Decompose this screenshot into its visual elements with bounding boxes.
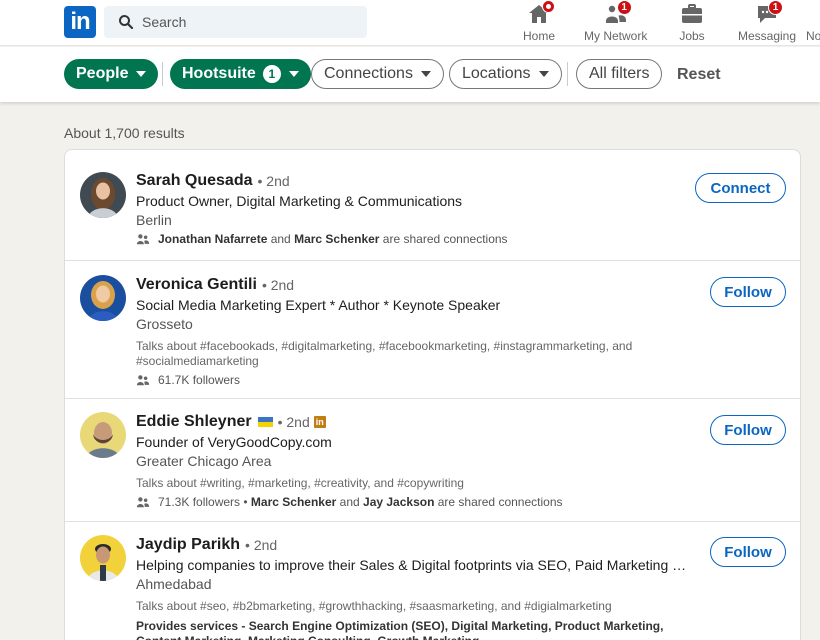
filter-bar: People Hootsuite 1 Connections Locations…: [0, 47, 820, 102]
messaging-badge: 1: [768, 0, 784, 15]
talks-about: Talks about #seo, #b2bmarketing, #growth…: [136, 599, 612, 613]
results-list: Sarah Quesada • 2nd Product Owner, Digit…: [64, 149, 801, 640]
divider: [162, 62, 163, 86]
shared-connections[interactable]: Jonathan Nafarrete and Marc Schenker are…: [136, 232, 692, 246]
location: Grosseto: [136, 316, 193, 332]
avatar[interactable]: [80, 275, 126, 321]
headline: Founder of VeryGoodCopy.com: [136, 434, 332, 450]
avatar[interactable]: [80, 412, 126, 458]
people-icon: [136, 497, 150, 508]
search-input[interactable]: Search: [104, 6, 367, 38]
headline: Helping companies to improve their Sales…: [136, 557, 691, 573]
meta-text: Jonathan Nafarrete and Marc Schenker are…: [158, 232, 508, 246]
follow-button[interactable]: Follow: [710, 537, 786, 567]
people-icon: [136, 375, 150, 386]
filter-hootsuite-label: Hootsuite: [182, 65, 256, 82]
list-item[interactable]: Eddie Shleyner • 2nd in Founder of VeryG…: [65, 399, 800, 522]
caret-down-icon: [288, 71, 299, 77]
connection-degree: • 2nd: [261, 277, 295, 293]
nav-jobs[interactable]: Jobs: [678, 2, 706, 44]
profile-name[interactable]: Sarah Quesada: [136, 172, 253, 190]
all-filters-label: All filters: [589, 65, 650, 82]
followers: 61.7K followers: [136, 373, 692, 387]
location: Berlin: [136, 212, 172, 228]
reset-button[interactable]: Reset: [677, 66, 721, 84]
nav-home-label: Home: [523, 29, 556, 43]
notification-dot: [542, 0, 555, 13]
people-icon: [136, 234, 150, 245]
location: Greater Chicago Area: [136, 453, 272, 469]
follow-button[interactable]: Follow: [710, 415, 786, 445]
filter-people-label: People: [76, 65, 129, 82]
location: Ahmedabad: [136, 576, 212, 592]
avatar[interactable]: [80, 535, 126, 581]
provides-services: Provides services - Search Engine Optimi…: [136, 619, 664, 640]
followers-count: 61.7K followers: [158, 373, 241, 387]
talks-about: Talks about #writing, #marketing, #creat…: [136, 476, 464, 490]
list-item[interactable]: Veronica Gentili • 2nd Social Media Mark…: [65, 261, 800, 399]
linkedin-premium-icon: in: [313, 416, 326, 428]
nav-messaging[interactable]: 1 Messaging: [738, 0, 797, 44]
connection-degree: • 2nd: [245, 537, 278, 553]
search-placeholder: Search: [142, 14, 187, 30]
list-item[interactable]: Sarah Quesada • 2nd Product Owner, Digit…: [65, 150, 800, 261]
filter-connections[interactable]: Connections: [311, 59, 444, 89]
profile-name[interactable]: Veronica Gentili: [136, 276, 257, 294]
follow-button[interactable]: Follow: [710, 277, 786, 307]
filter-count-badge: 1: [262, 65, 281, 83]
filter-locations[interactable]: Locations: [449, 59, 562, 89]
network-badge: 1: [616, 0, 632, 15]
ukraine-flag-icon: [257, 417, 273, 427]
avatar[interactable]: [80, 172, 126, 218]
briefcase-icon: [682, 4, 702, 23]
nav-notifications-label: No: [806, 29, 820, 43]
meta-text: 71.3K followers • Marc Schenker and Jay …: [158, 495, 563, 509]
result-info: Jaydip Parikh • 2nd Helping companies to…: [136, 536, 692, 640]
connection-degree: • 2nd: [257, 173, 290, 189]
search-icon: [119, 15, 134, 30]
nav-my-network[interactable]: 1 My Network: [584, 0, 648, 44]
headline: Product Owner, Digital Marketing & Commu…: [136, 193, 463, 209]
list-item[interactable]: Jaydip Parikh • 2nd Helping companies to…: [65, 522, 800, 640]
nav-jobs-label: Jobs: [679, 29, 705, 43]
profile-name[interactable]: Jaydip Parikh: [136, 536, 240, 554]
filter-people[interactable]: People: [64, 59, 159, 89]
caret-down-icon: [420, 71, 431, 77]
filter-locations-label: Locations: [462, 65, 531, 82]
top-nav: in Search Home 1 My Network Jobs 1 Messa…: [0, 0, 820, 46]
nav-messaging-label: Messaging: [738, 29, 797, 43]
nav-my-network-label: My Network: [584, 29, 648, 43]
result-info: Eddie Shleyner • 2nd in Founder of VeryG…: [136, 413, 692, 509]
nav-home[interactable]: Home: [523, 0, 556, 44]
divider: [567, 62, 568, 86]
profile-name[interactable]: Eddie Shleyner: [136, 413, 252, 431]
all-filters-button[interactable]: All filters: [576, 59, 663, 89]
result-info: Sarah Quesada • 2nd Product Owner, Digit…: [136, 172, 692, 246]
linkedin-logo[interactable]: in: [64, 6, 96, 38]
caret-down-icon: [538, 71, 549, 77]
followers-and-shared[interactable]: 71.3K followers • Marc Schenker and Jay …: [136, 495, 692, 509]
connect-button[interactable]: Connect: [695, 173, 786, 203]
results-count: About 1,700 results: [64, 125, 185, 141]
result-info: Veronica Gentili • 2nd Social Media Mark…: [136, 276, 692, 387]
nav-notifications-partial[interactable]: No: [806, 2, 820, 44]
headline: Social Media Marketing Expert * Author *…: [136, 297, 501, 313]
filter-hootsuite[interactable]: Hootsuite 1: [170, 59, 311, 89]
talks-about: Talks about #facebookads, #digitalmarket…: [136, 339, 633, 368]
caret-down-icon: [136, 71, 147, 77]
filter-connections-label: Connections: [324, 65, 413, 82]
connection-degree: • 2nd: [277, 414, 310, 430]
